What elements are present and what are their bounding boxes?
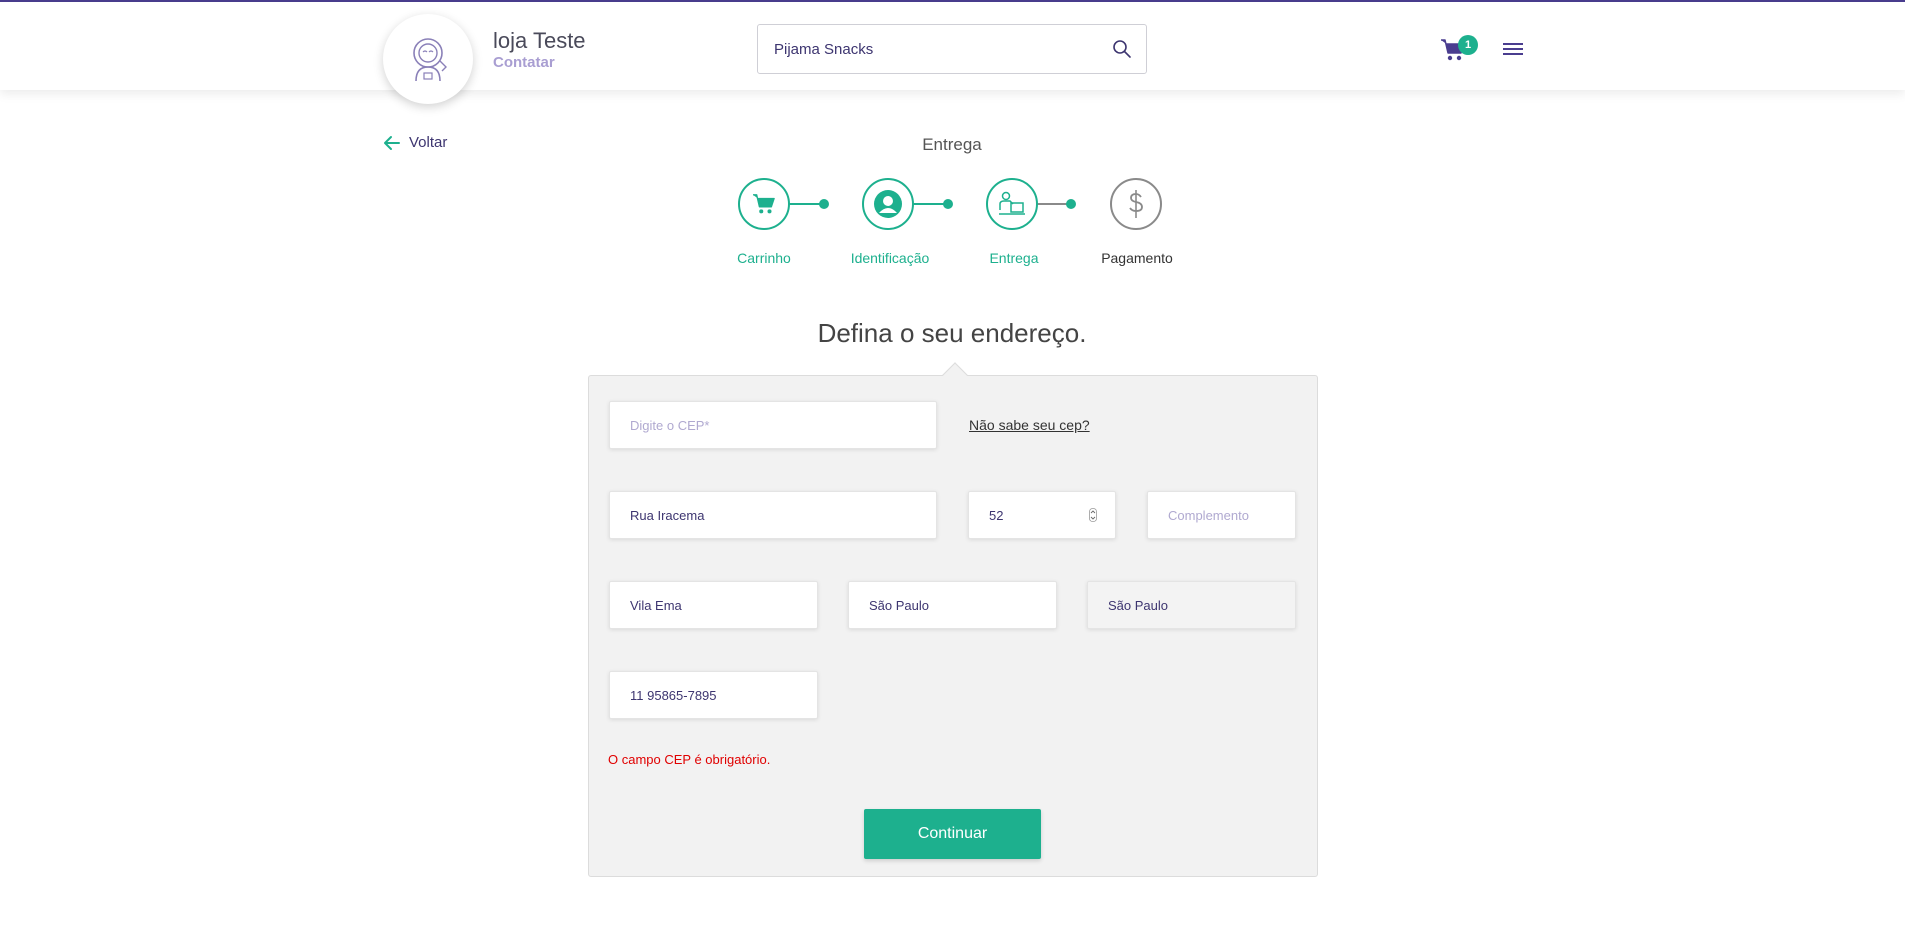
back-label: Voltar xyxy=(409,134,448,151)
user-circle-icon xyxy=(874,190,902,218)
astronaut-logo-icon xyxy=(413,38,447,82)
neighborhood-field xyxy=(609,581,818,629)
number-stepper-icon[interactable] xyxy=(1089,508,1097,522)
street-field xyxy=(609,491,937,539)
number-field xyxy=(968,491,1116,539)
phone-field xyxy=(609,671,818,719)
stepper-dot xyxy=(819,199,829,209)
cep-help-link[interactable]: Não sabe seu cep? xyxy=(969,417,1090,433)
street-input[interactable] xyxy=(610,492,936,538)
state-field xyxy=(1087,581,1296,629)
store-logo[interactable] xyxy=(383,14,473,104)
cep-error-message: O campo CEP é obrigatório. xyxy=(608,752,771,767)
complement-input[interactable] xyxy=(1148,492,1295,538)
checkout-stepper: Carrinho Identificação Entrega Pagamento xyxy=(700,178,1200,278)
cart-icon xyxy=(753,194,775,214)
menu-icon[interactable] xyxy=(1503,43,1523,57)
continue-button[interactable]: Continuar xyxy=(864,809,1041,859)
search-bar xyxy=(757,24,1147,74)
step-identification[interactable] xyxy=(862,178,914,230)
neighborhood-input[interactable] xyxy=(610,582,817,628)
contact-link[interactable]: Contatar xyxy=(493,54,555,71)
step-delivery[interactable] xyxy=(986,178,1038,230)
stepper-dot xyxy=(943,199,953,209)
cep-input[interactable] xyxy=(610,402,936,448)
back-button[interactable]: Voltar xyxy=(383,134,447,151)
state-input[interactable] xyxy=(1088,582,1295,628)
search-input[interactable] xyxy=(774,25,1104,73)
city-input[interactable] xyxy=(849,582,1056,628)
cart-count-badge: 1 xyxy=(1458,35,1478,55)
step-title: Entrega xyxy=(922,135,982,154)
step-label-delivery: Entrega xyxy=(989,250,1039,266)
complement-field xyxy=(1147,491,1296,539)
step-payment[interactable] xyxy=(1110,178,1162,230)
step-label-cart: Carrinho xyxy=(737,250,791,266)
step-label-payment: Pagamento xyxy=(1101,250,1173,266)
search-icon[interactable] xyxy=(1112,39,1132,59)
step-cart[interactable] xyxy=(738,178,790,230)
phone-input[interactable] xyxy=(610,672,817,718)
arrow-left-icon xyxy=(384,135,400,150)
delivery-icon xyxy=(999,191,1025,215)
form-heading: Defina o seu endereço. xyxy=(817,318,1087,348)
step-label-identification: Identificação xyxy=(850,250,930,266)
store-name: loja Teste xyxy=(493,28,586,53)
stepper-dot xyxy=(1066,199,1076,209)
cep-field xyxy=(609,401,937,449)
header: loja Teste Contatar 1 xyxy=(0,2,1905,90)
city-field xyxy=(848,581,1057,629)
dollar-icon xyxy=(1129,190,1143,218)
